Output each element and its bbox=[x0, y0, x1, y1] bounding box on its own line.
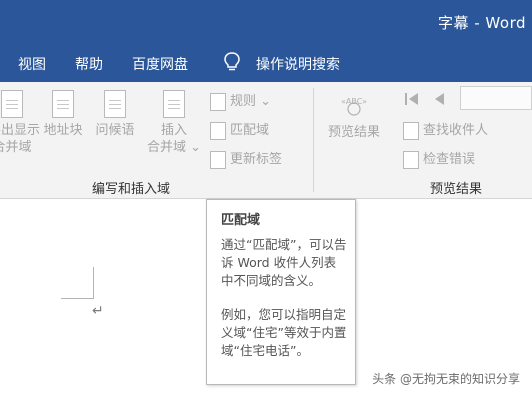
watermark: 头条 @无拘无束的知识分享 bbox=[372, 372, 520, 386]
greeting-line-button[interactable]: 问候语 bbox=[92, 90, 138, 139]
find-recipient-button[interactable]: 查找收件人 bbox=[403, 119, 488, 140]
update-labels-icon bbox=[210, 150, 226, 169]
document-icon bbox=[104, 90, 126, 118]
menu-help[interactable]: 帮助 bbox=[75, 54, 103, 74]
tooltip-match-fields: 匹配域 通过“匹配域”，可以告诉 Word 收件人列表中不同域的含义。 例如，您… bbox=[206, 199, 356, 385]
rules-button[interactable]: 规则 ⌄ bbox=[210, 90, 271, 111]
menu-baidu-netdisk[interactable]: 百度网盘 bbox=[132, 54, 188, 74]
find-recipient-icon bbox=[403, 121, 419, 140]
match-fields-button[interactable]: 匹配域 bbox=[210, 119, 269, 140]
chevron-down-icon: ⌄ bbox=[185, 140, 202, 155]
margin-corner-mark bbox=[61, 267, 94, 299]
document-icon bbox=[1, 90, 23, 118]
first-record-icon[interactable] bbox=[403, 90, 421, 112]
insert-merge-field-button[interactable]: 插入 合并域 ⌄ bbox=[144, 90, 204, 156]
group-divider bbox=[313, 88, 314, 192]
tooltip-title: 匹配域 bbox=[221, 213, 261, 228]
highlight-merge-fields-button[interactable]: 突出显示 合并域 bbox=[0, 90, 40, 156]
tooltip-body: 通过“匹配域”，可以告诉 Word 收件人列表中不同域的含义。 例如，您可以指明… bbox=[221, 236, 347, 376]
chevron-down-icon: ⌄ bbox=[256, 94, 272, 109]
menu-bar: 视图 帮助 百度网盘 操作说明搜索 bbox=[0, 44, 532, 82]
svg-text:«ABC»: «ABC» bbox=[341, 97, 367, 106]
check-errors-button[interactable]: 检查错误 bbox=[403, 148, 475, 169]
check-errors-icon bbox=[403, 150, 419, 169]
rules-icon bbox=[210, 92, 226, 111]
tooltip-paragraph: 例如，您可以指明自定义域“住宅”等效于内置域“住宅电话”。 bbox=[221, 307, 347, 358]
title-bar: 字幕 - Word bbox=[0, 0, 532, 44]
group-label-write-insert: 编写和插入域 bbox=[92, 182, 171, 197]
preview-results-button[interactable]: «ABC» 预览结果 bbox=[322, 92, 386, 141]
tell-me-search[interactable]: 操作说明搜索 bbox=[256, 54, 340, 74]
paragraph-mark: ↵ bbox=[92, 303, 104, 319]
lightbulb-icon[interactable] bbox=[222, 51, 242, 77]
update-labels-button[interactable]: 更新标签 bbox=[210, 148, 282, 169]
menu-view[interactable]: 视图 bbox=[18, 54, 46, 74]
abc-preview-icon: «ABC» bbox=[337, 92, 371, 118]
document-icon bbox=[52, 90, 74, 118]
window-title: 字幕 - Word bbox=[437, 14, 526, 32]
document-table-icon bbox=[163, 90, 185, 118]
tooltip-paragraph: 通过“匹配域”，可以告诉 Word 收件人列表中不同域的含义。 bbox=[221, 237, 347, 288]
previous-record-icon[interactable] bbox=[431, 90, 449, 112]
match-fields-icon bbox=[210, 121, 226, 140]
record-number-input[interactable] bbox=[460, 86, 532, 110]
ribbon: 突出显示 合并域 地址块 问候语 插入 合并域 ⌄ 规则 ⌄ 匹配域 更新标签 … bbox=[0, 82, 532, 199]
address-block-button[interactable]: 地址块 bbox=[40, 90, 86, 139]
group-label-preview: 预览结果 bbox=[430, 182, 483, 197]
